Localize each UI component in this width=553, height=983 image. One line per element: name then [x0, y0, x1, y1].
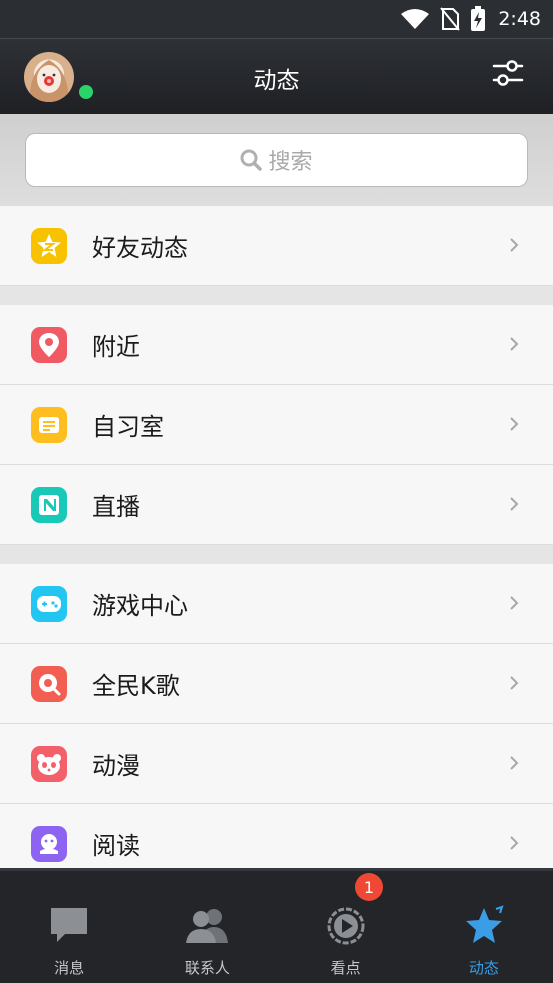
menu-item-label: 附近 [92, 333, 140, 361]
location-pin-icon [31, 327, 67, 363]
reading-icon [31, 826, 67, 862]
chevron-right-icon [510, 596, 519, 610]
gamepad-icon [31, 586, 67, 622]
chevron-right-icon [510, 836, 519, 850]
menu-item-friend-feed[interactable]: 好友动态 [0, 206, 553, 286]
menu-item-live[interactable]: 直播 [0, 465, 553, 545]
chevron-right-icon [510, 756, 519, 770]
menu-item-label: 阅读 [92, 832, 140, 860]
wifi-icon [401, 9, 430, 29]
chevron-right-icon [510, 417, 519, 431]
karaoke-icon [31, 666, 67, 702]
anime-panda-icon [31, 746, 67, 782]
title-bar: 动态 [0, 38, 553, 114]
menu-item-label: 动漫 [92, 752, 140, 780]
chevron-right-icon [510, 676, 519, 690]
chevron-right-icon [510, 337, 519, 351]
menu-item-label: 自习室 [92, 413, 164, 441]
watch-play-icon [327, 907, 365, 945]
tab-label: 消息 [54, 959, 85, 977]
menu-item-label: 游戏中心 [92, 592, 188, 620]
search-input[interactable]: 搜索 [25, 133, 528, 187]
tab-label: 动态 [468, 959, 499, 977]
search-placeholder: 搜索 [268, 150, 313, 175]
menu-list: 好友动态 附近 自习室 直播 游戏中心 全民K歌 动漫 阅读 [0, 206, 553, 884]
section-divider [0, 286, 553, 305]
menu-item-nearby[interactable]: 附近 [0, 305, 553, 385]
tab-label: 看点 [330, 959, 361, 977]
status-icons: 2:48 [400, 6, 541, 32]
page-title: 动态 [253, 68, 300, 94]
study-room-icon [31, 407, 67, 443]
chevron-right-icon [510, 238, 519, 252]
tab-label: 联系人 [184, 959, 230, 977]
bottom-nav: 消息 联系人 看点 动态 [0, 868, 553, 983]
star-icon [465, 905, 504, 943]
tab-messages[interactable]: 消息 [0, 871, 138, 983]
chevron-right-icon [510, 497, 519, 511]
search-area: 搜索 [0, 114, 553, 206]
menu-item-anime[interactable]: 动漫 [0, 724, 553, 804]
chat-bubble-icon [51, 908, 88, 942]
menu-item-label: 全民K歌 [92, 672, 180, 700]
menu-item-label: 好友动态 [92, 234, 188, 262]
menu-item-label: 直播 [92, 493, 140, 521]
live-icon [31, 487, 67, 523]
contacts-icon [186, 909, 229, 943]
sliders-icon [492, 60, 524, 86]
settings-button[interactable] [491, 56, 525, 90]
status-time: 2:48 [498, 8, 541, 30]
tab-feed[interactable]: 动态 [415, 871, 553, 983]
no-sim-icon [440, 7, 461, 31]
section-divider [0, 545, 553, 564]
battery-charging-icon [471, 6, 486, 31]
tab-contacts[interactable]: 联系人 [138, 871, 276, 983]
search-icon [240, 149, 263, 171]
qzone-star-icon [31, 228, 67, 264]
notification-badge: 1 [355, 873, 383, 901]
menu-item-game-center[interactable]: 游戏中心 [0, 564, 553, 644]
menu-item-study-room[interactable]: 自习室 [0, 385, 553, 465]
tab-watch[interactable]: 看点 [277, 871, 415, 983]
menu-item-karaoke[interactable]: 全民K歌 [0, 644, 553, 724]
status-bar: 2:48 [0, 0, 553, 38]
